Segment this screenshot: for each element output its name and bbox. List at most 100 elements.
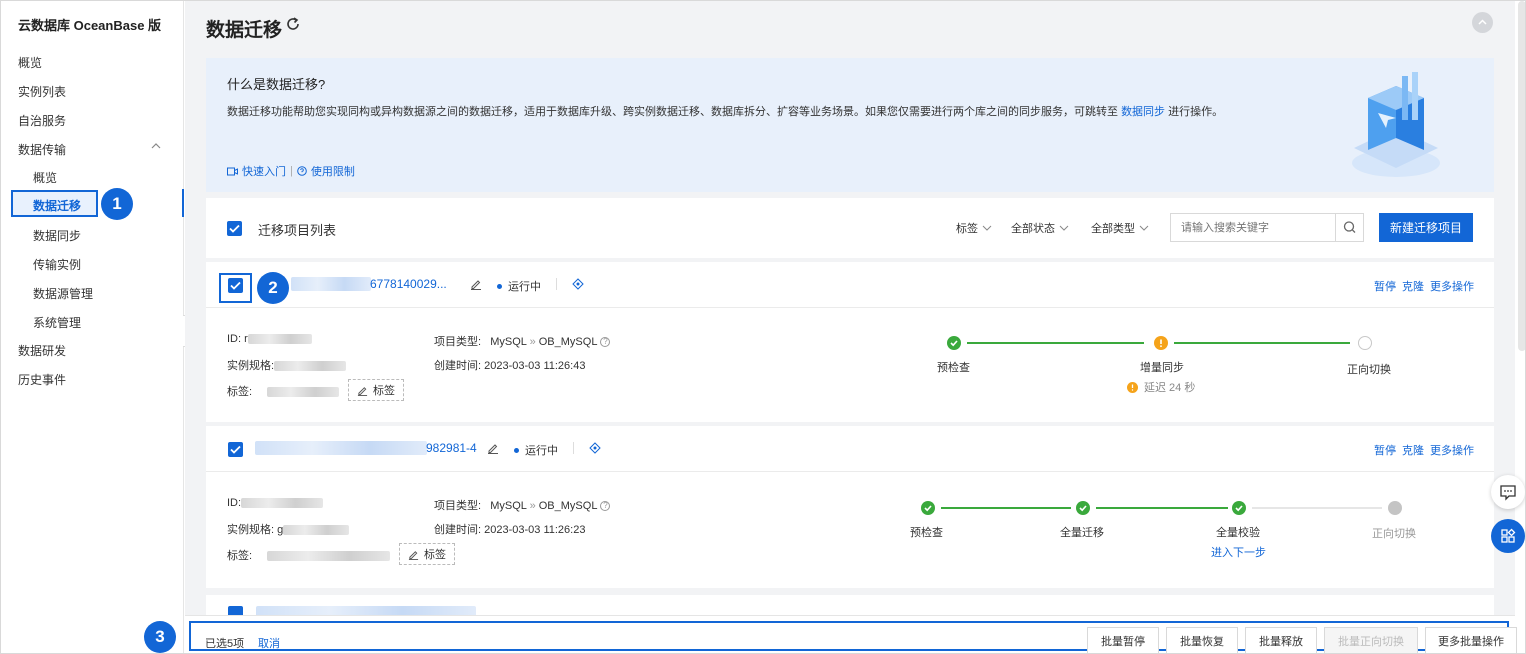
created-time: 创建时间: 2023-03-03 11:26:43 [434,360,586,372]
redacted-value [267,387,340,398]
sidebar-item-data-migration[interactable]: 数据迁移 [11,190,98,217]
step-pending-icon [1358,336,1372,350]
batch-pause-button[interactable]: 批量暂停 [1087,627,1159,653]
project-tags: 标签: [227,547,391,563]
chevron-down-icon [1139,225,1149,231]
step-done-icon [1076,501,1090,515]
delay-indicator: 延迟 24 秒 [1127,379,1195,395]
apps-button[interactable] [1491,519,1525,553]
sidebar-item-history[interactable]: 历史事件 [18,371,66,388]
project-checkbox[interactable] [228,278,243,293]
status-dot [497,283,502,289]
created-time: 创建时间: 2023-03-03 11:26:23 [434,524,586,536]
intro-links: 快速入门 | 使用限制 [227,163,355,179]
batch-forward-switch-button[interactable]: 批量正向切换 [1324,627,1418,653]
batch-resume-button[interactable]: 批量恢复 [1166,627,1238,653]
redacted-project-name [256,606,476,615]
sidebar-title: 云数据库 OceanBase 版 [18,18,162,33]
search-button[interactable] [1335,214,1363,241]
select-all-checkbox[interactable] [227,221,242,236]
warning-icon [1127,381,1138,393]
clone-link[interactable]: 克隆 [1402,442,1424,458]
project-name-link[interactable]: 982981-4 [426,441,477,455]
data-sync-link[interactable]: 数据同步 [1121,106,1165,118]
batch-more-actions-button[interactable]: 更多批量操作 [1425,627,1517,653]
sidebar-item-transfer-overview[interactable]: 概览 [33,169,57,186]
status-badge: 运行中 [514,442,558,458]
project-card: 982981-4 运行中 暂停 克隆 更多操作 ID: 实例规格: g 标签: … [206,426,1494,588]
sidebar-item-system-mgmt[interactable]: 系统管理 [33,314,81,331]
sidebar-item-instances[interactable]: 实例列表 [18,83,66,100]
chat-icon [1500,485,1516,501]
edit-tag-button[interactable]: 标签 [399,543,455,565]
intro-panel: 什么是数据迁移? 数据迁移功能帮助您实现同构或异构数据源之间的数据迁移，适用于数… [206,58,1494,192]
sidebar-item-data-sync[interactable]: 数据同步 [33,227,81,244]
tag-filter[interactable]: 标签 [956,220,993,236]
edit-icon[interactable] [487,442,499,454]
pause-link[interactable]: 暂停 [1374,442,1396,458]
sidebar-item-autonomy[interactable]: 自治服务 [18,112,66,129]
scrollbar[interactable] [1518,1,1525,351]
redacted-value [247,334,312,345]
sidebar-item-overview[interactable]: 概览 [18,54,42,71]
cancel-selection-link[interactable]: 取消 [258,635,280,651]
feedback-button[interactable] [1491,475,1525,509]
divider [573,442,574,454]
clone-link[interactable]: 克隆 [1402,278,1424,294]
step-connector [1096,507,1228,509]
refresh-icon[interactable] [285,16,301,32]
sidebar: 云数据库 OceanBase 版 概览 实例列表 自治服务 数据传输 概览 数据… [1,1,184,653]
more-actions-link[interactable]: 更多操作 [1430,442,1474,458]
project-list-header: 迁移项目列表 标签 全部状态 全部类型 新建迁移项目 [206,198,1494,258]
callout-badge-3: 3 [144,621,176,653]
diamond-icon [589,442,601,454]
step-done-icon [1232,501,1246,515]
edit-icon[interactable] [470,278,482,290]
exclamation-icon [1160,339,1162,348]
sidebar-item-transfer-instances[interactable]: 传输实例 [33,256,81,273]
next-step-link[interactable]: 进入下一步 [1211,544,1266,560]
help-icon[interactable]: ? [600,337,611,348]
sidebar-item-data-transfer[interactable]: 数据传输 [18,141,66,158]
selected-count: 已选5项 [205,638,245,650]
active-indicator [182,189,184,217]
check-icon [1079,505,1087,512]
sidebar-item-label: 数据迁移 [33,199,82,213]
more-actions-link[interactable]: 更多操作 [1430,278,1474,294]
sidebar-item-datasource-mgmt[interactable]: 数据源管理 [33,285,93,302]
type-filter[interactable]: 全部类型 [1091,220,1150,236]
new-migration-project-button[interactable]: 新建迁移项目 [1379,213,1473,242]
step-label: 全量迁移 [1060,527,1104,539]
project-card-partial [206,595,1494,615]
chevron-down-icon [982,225,992,231]
usage-limits-link[interactable]: 使用限制 [311,163,355,179]
step-label: 全量校验 [1216,527,1260,539]
project-list-title: 迁移项目列表 [258,223,337,238]
quick-start-link[interactable]: 快速入门 [242,163,286,179]
check-icon [230,445,241,454]
status-filter[interactable]: 全部状态 [1011,220,1070,236]
page-title: 数据迁移 [206,20,283,41]
edit-tag-button[interactable]: 标签 [348,379,404,401]
callout-badge-1: 1 [101,188,133,220]
project-checkbox[interactable] [228,442,243,457]
diamond-icon [572,278,584,290]
search-box [1170,213,1364,242]
sidebar-item-data-dev[interactable]: 数据研发 [18,342,66,359]
status-dot [514,447,519,453]
search-input[interactable] [1171,214,1336,241]
redacted-value [283,525,350,536]
step-disabled-icon [1388,501,1402,515]
instance-spec: 实例规格: g [227,521,350,537]
intro-title: 什么是数据迁移? [227,77,326,92]
project-name-link[interactable]: 6778140029... [370,277,447,291]
step-connector [1252,507,1382,509]
check-icon [229,224,240,233]
back-to-top-button[interactable] [1472,12,1493,33]
step-connector [1174,342,1350,344]
help-icon[interactable]: ? [600,501,611,512]
chevron-up-icon[interactable] [151,141,161,151]
project-checkbox[interactable] [228,606,243,615]
batch-release-button[interactable]: 批量释放 [1245,627,1317,653]
pause-link[interactable]: 暂停 [1374,278,1396,294]
